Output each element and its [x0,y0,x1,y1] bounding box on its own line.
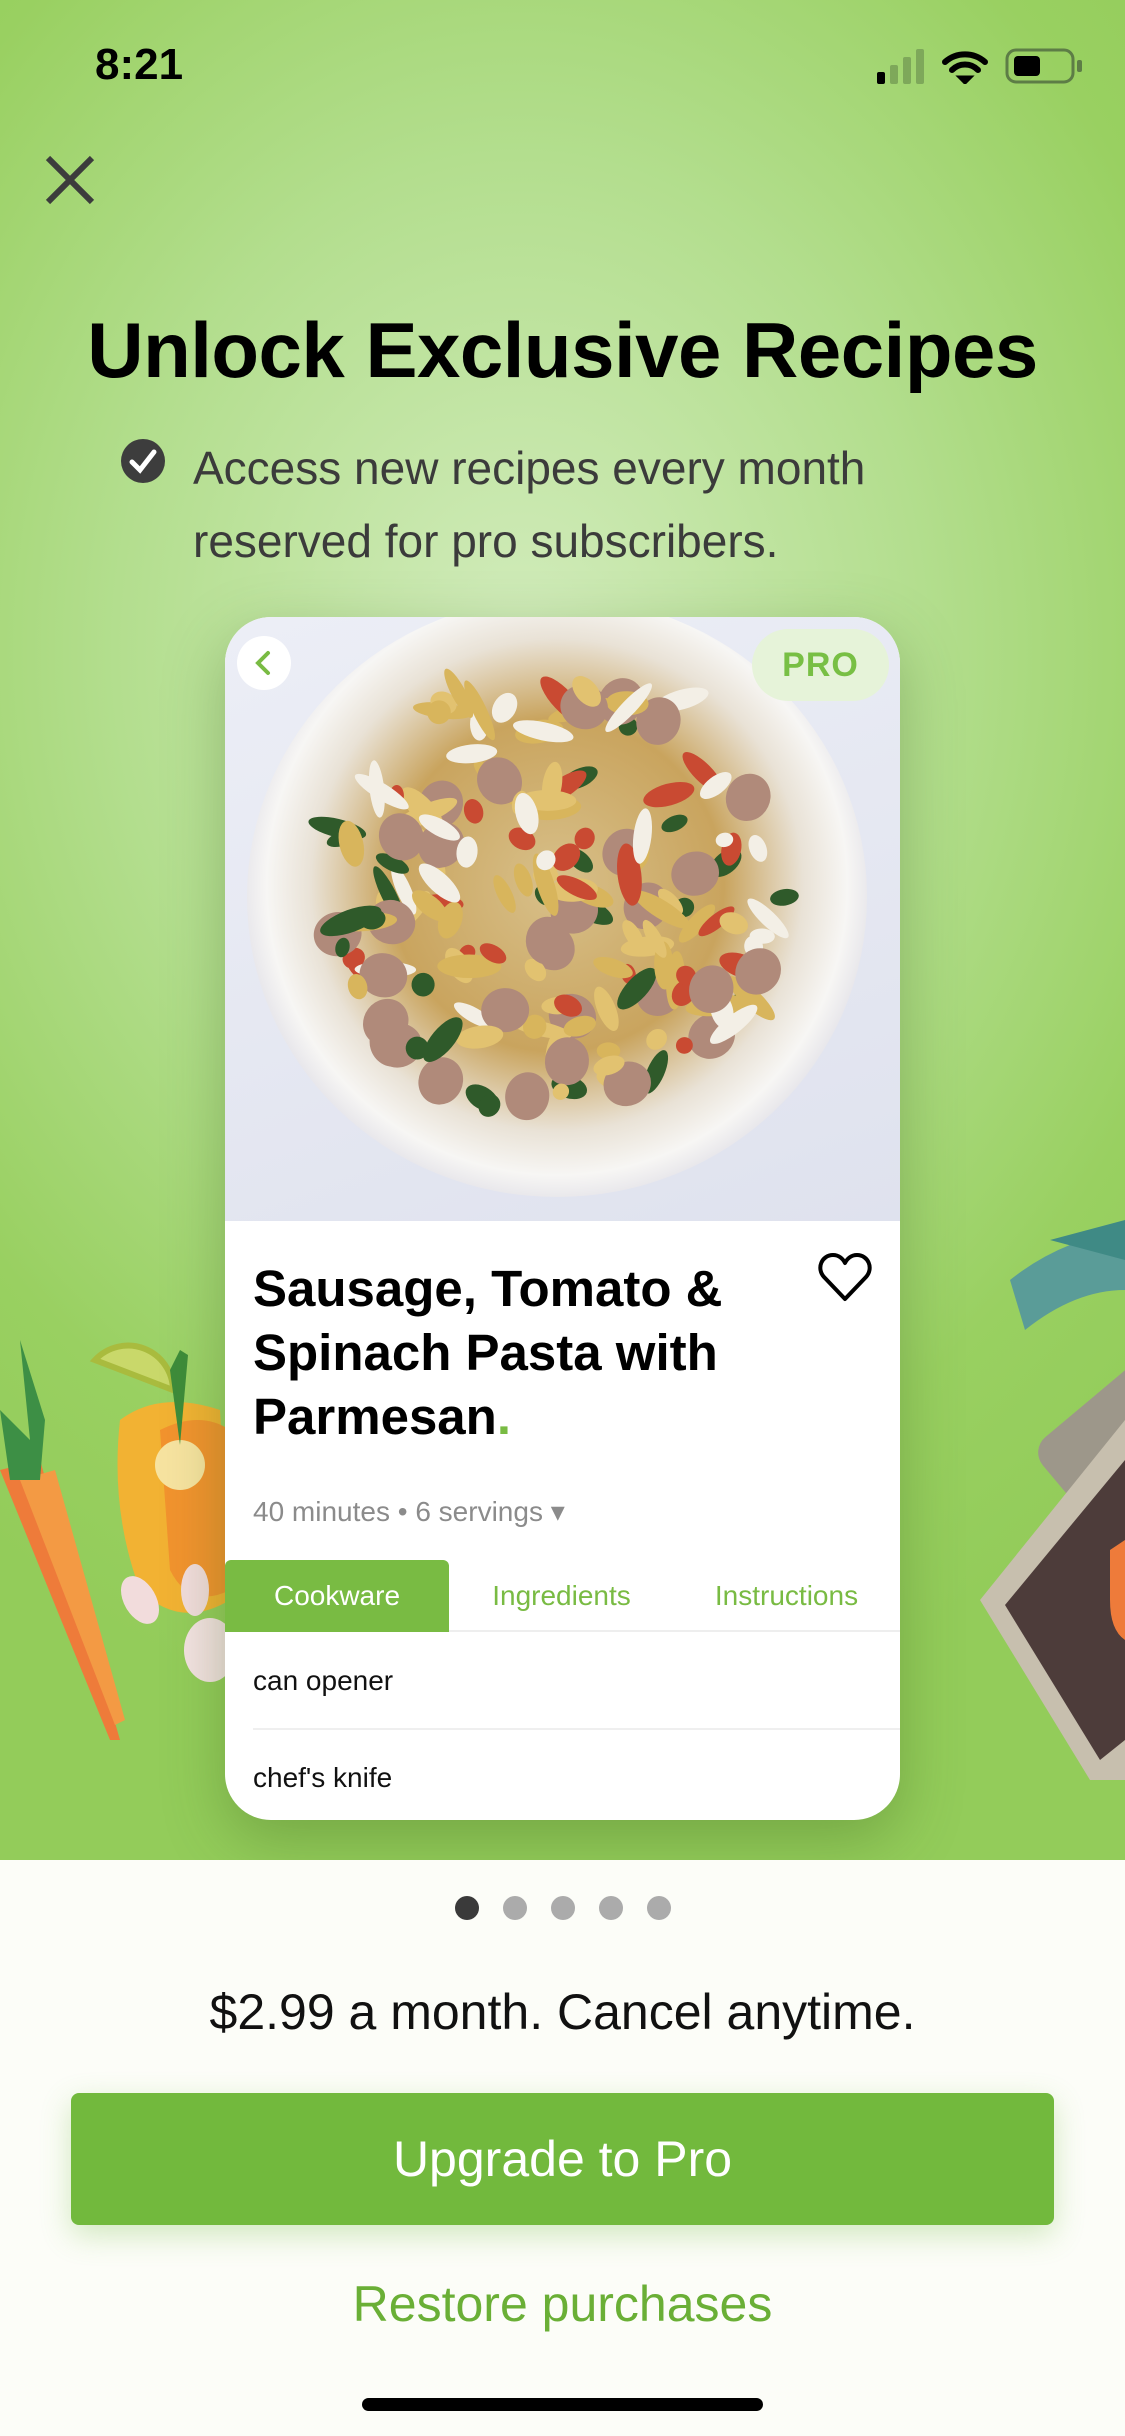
tab-ingredients[interactable]: Ingredients [449,1560,674,1632]
pasta-texture [505,1072,550,1121]
pricing-text: $2.99 a month. Cancel anytime. [209,1984,916,2040]
pasta-texture [661,814,688,833]
page-dot[interactable] [550,1896,575,1920]
battery-icon [1005,48,1082,84]
home-indicator[interactable] [362,2398,763,2411]
feature-line: reserved for pro subscribers. [193,515,779,567]
status-time: 8:21 [95,40,184,89]
servings-selector[interactable]: 40 minutes • 6 servings ▾ [253,1495,565,1528]
recipe-photo: PRO [225,617,900,1221]
tray-illustration-right [980,1220,1125,1780]
page-dot[interactable] [598,1896,623,1920]
signal-icon [877,49,924,84]
check-circle-icon [121,439,165,483]
recipe-preview-card: PRO Sausage, Tomato & Spinach Pasta with… [225,617,900,1820]
upgrade-button[interactable]: Upgrade to Pro [71,2093,1054,2225]
status-icons [877,48,1085,89]
pasta-image [308,668,799,1121]
pasta-texture [770,888,799,906]
pasta-texture [411,972,435,997]
pasta-texture [513,863,533,897]
page-dot[interactable] [502,1896,527,1920]
close-icon [45,155,95,205]
tab-instructions[interactable]: Instructions [674,1560,899,1632]
page-dot[interactable] [454,1896,479,1920]
heart-icon[interactable] [817,1249,873,1305]
pasta-texture [368,760,385,818]
pasta-texture [491,692,518,723]
recipe-title: Sausage, Tomato & Spinach Pasta with Par… [253,1257,773,1449]
page-indicator [0,1896,1125,1920]
feature-line: Access new recipes every month [193,442,866,494]
vegetables-illustration-left [0,1340,230,1740]
feature-text: Access new recipes every month reserved … [193,432,1013,578]
tab-cookware[interactable]: Cookware [225,1560,449,1632]
list-item: chef's knife [253,1762,393,1793]
close-button[interactable] [44,154,96,206]
pasta-texture [463,799,484,824]
hero-background: 8:21 Unlock Exclusive Recipes Access new… [0,0,1125,1860]
chevron-left-icon [255,651,270,675]
title-dot: . [496,1388,511,1445]
back-button[interactable] [237,636,291,690]
recipe-tabs: Cookware Ingredients Instructions [225,1560,900,1632]
pasta-texture [646,1028,667,1050]
pasta-texture [671,851,720,896]
pasta-texture [748,834,768,862]
divider [253,1728,900,1730]
pro-badge: PRO [752,629,889,701]
wifi-icon [942,51,988,86]
recipe-title-line: Parmesan [253,1388,497,1445]
restore-purchases-link[interactable]: Restore purchases [0,2275,1125,2333]
page-dot[interactable] [646,1896,671,1920]
page-title: Unlock Exclusive Recipes [87,306,1038,394]
recipe-title-line: Sausage, Tomato & [253,1260,723,1317]
recipe-title-line: Spinach Pasta with [253,1324,718,1381]
list-item: can opener [253,1665,394,1696]
